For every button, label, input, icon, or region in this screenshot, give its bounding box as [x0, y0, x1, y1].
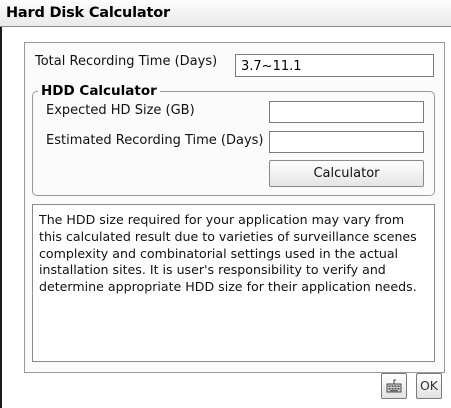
window-title: Hard Disk Calculator — [6, 5, 170, 21]
estimated-recording-time-field[interactable] — [269, 131, 424, 153]
total-recording-time-label: Total Recording Time (Days) — [35, 54, 218, 69]
keyboard-button[interactable] — [381, 373, 407, 399]
hard-disk-calculator-window: Hard Disk Calculator Total Recording Tim… — [0, 0, 451, 408]
expected-hd-size-field[interactable] — [269, 101, 424, 123]
calculator-button[interactable]: Calculator — [269, 160, 424, 187]
keyboard-icon — [386, 379, 402, 393]
hdd-calculator-group-title: HDD Calculator — [38, 83, 160, 99]
hdd-size-notice: The HDD size required for your applicati… — [32, 204, 435, 362]
window-left-border — [0, 27, 2, 408]
estimated-recording-time-label: Estimated Recording Time (Days) — [46, 133, 264, 148]
expected-hd-size-label: Expected HD Size (GB) — [46, 103, 195, 118]
ok-label: OK — [419, 378, 439, 393]
total-recording-time-field[interactable]: 3.7~11.1 — [235, 54, 434, 77]
title-bar: Hard Disk Calculator — [0, 0, 451, 27]
ok-button[interactable]: OK — [416, 373, 442, 399]
